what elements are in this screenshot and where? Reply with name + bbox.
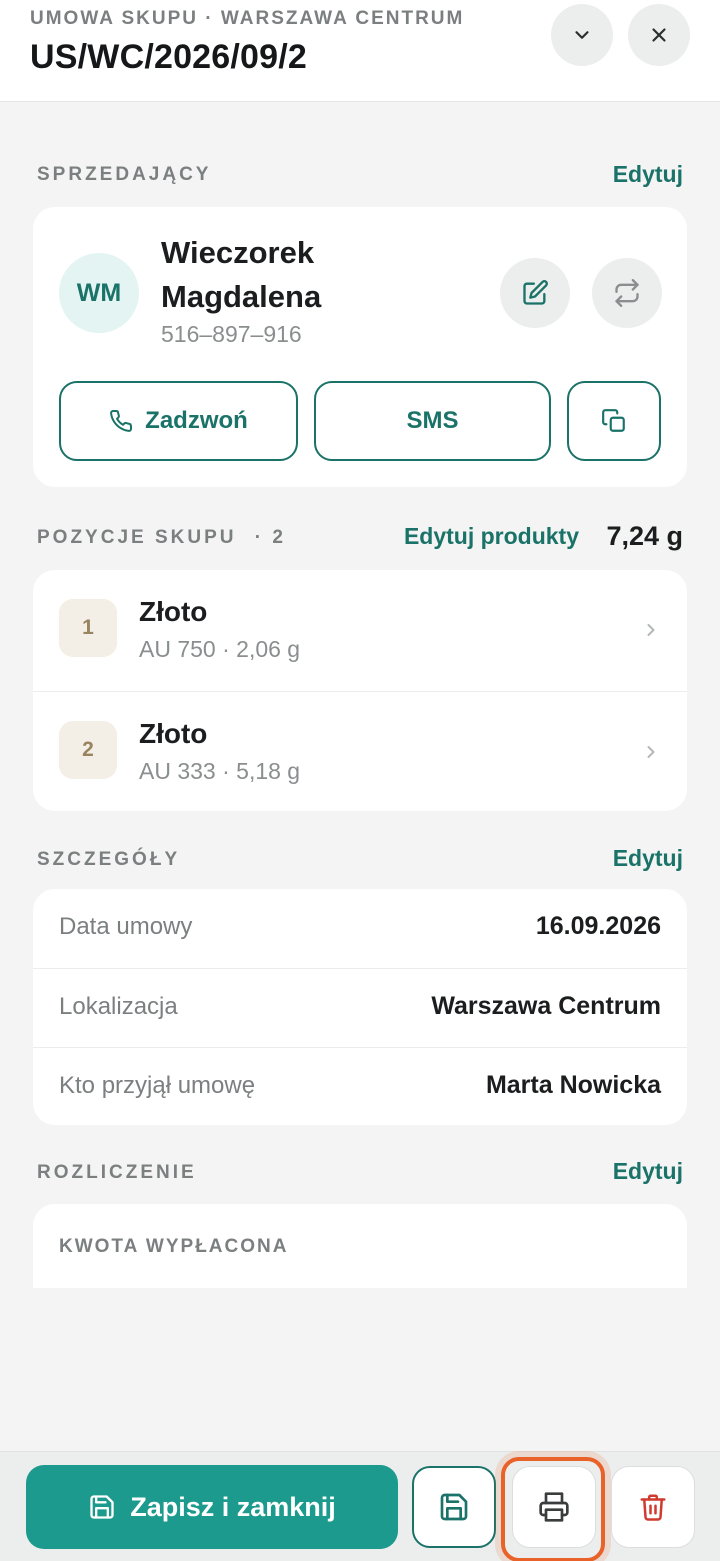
bottom-action-bar: Zapisz i zamknij bbox=[0, 1451, 720, 1561]
sms-label: SMS bbox=[406, 407, 459, 434]
detail-value: 16.09.2026 bbox=[535, 912, 661, 940]
copy-button[interactable] bbox=[567, 381, 661, 461]
seller-phone: 516–897–916 bbox=[161, 321, 302, 347]
contract-number: US/WC/2026/09/2 bbox=[30, 38, 308, 76]
copy-icon bbox=[602, 409, 625, 432]
sms-button[interactable]: SMS bbox=[314, 381, 551, 461]
call-label: Zadzwoń bbox=[145, 407, 248, 434]
seller-name: Wieczorek Magdalena bbox=[161, 235, 322, 314]
settlement-card: KWOTA WYPŁACONA bbox=[33, 1204, 687, 1288]
detail-value: Warszawa Centrum bbox=[431, 992, 661, 1020]
total-weight: 7,24 g bbox=[606, 521, 683, 551]
edit-seller-link[interactable]: Edytuj bbox=[613, 161, 683, 188]
item-number: 1 bbox=[59, 599, 117, 657]
save-button[interactable] bbox=[412, 1466, 496, 1548]
amount-paid-label: KWOTA WYPŁACONA bbox=[59, 1236, 289, 1257]
items-count: · 2 bbox=[254, 527, 286, 548]
edit-settlement-link[interactable]: Edytuj bbox=[613, 1158, 683, 1185]
scroll-content[interactable]: SPRZEDAJĄCY Edytuj WM Wieczorek Magdalen… bbox=[0, 103, 720, 1288]
swap-icon bbox=[615, 279, 639, 307]
seller-card: WM Wieczorek Magdalena 516–897–916 Zadzw… bbox=[33, 207, 687, 487]
edit-details-link[interactable]: Edytuj bbox=[613, 845, 683, 872]
detail-value: Marta Nowicka bbox=[485, 1071, 661, 1099]
detail-row-received-by: Kto przyjął umowę Marta Nowicka bbox=[33, 1047, 687, 1125]
items-section-title: POZYCJE SKUPU bbox=[37, 527, 237, 548]
item-details: AU 750 · 2,06 g bbox=[139, 636, 301, 662]
avatar: WM bbox=[59, 253, 139, 333]
item-name: Złoto bbox=[139, 596, 208, 627]
chevron-right-icon bbox=[647, 624, 655, 636]
delete-button[interactable] bbox=[611, 1466, 695, 1548]
edit-seller-button[interactable] bbox=[500, 258, 570, 328]
details-section-label: SZCZEGÓŁY bbox=[37, 849, 181, 870]
items-section-label: POZYCJE SKUPU · 2 bbox=[37, 527, 286, 549]
detail-label: Lokalizacja bbox=[59, 993, 178, 1020]
save-icon bbox=[90, 1495, 114, 1519]
print-button[interactable] bbox=[512, 1466, 596, 1548]
detail-row-location: Lokalizacja Warszawa Centrum bbox=[33, 968, 687, 1046]
swap-seller-button[interactable] bbox=[592, 258, 662, 328]
seller-section-label: SPRZEDAJĄCY bbox=[37, 164, 212, 185]
top-bar: UMOWA SKUPU · WARSZAWA CENTRUM US/WC/202… bbox=[0, 0, 720, 102]
close-icon bbox=[652, 28, 666, 42]
details-card: Data umowy 16.09.2026 Lokalizacja Warsza… bbox=[33, 889, 687, 1125]
trash-icon bbox=[640, 1494, 666, 1521]
edit-products-link[interactable]: Edytuj produkty bbox=[404, 523, 579, 550]
list-item[interactable]: 2 Złoto AU 333 · 5,18 g bbox=[33, 691, 687, 811]
collapse-button[interactable] bbox=[551, 4, 613, 66]
close-button[interactable] bbox=[628, 4, 690, 66]
item-name: Złoto bbox=[139, 718, 208, 749]
chevron-down-icon bbox=[575, 31, 589, 39]
contract-subtitle: UMOWA SKUPU · WARSZAWA CENTRUM bbox=[30, 8, 465, 29]
edit-icon bbox=[523, 280, 548, 305]
detail-label: Data umowy bbox=[59, 913, 193, 940]
item-number: 2 bbox=[59, 721, 117, 779]
save-and-close-button[interactable]: Zapisz i zamknij bbox=[26, 1465, 398, 1549]
phone-icon bbox=[110, 409, 133, 432]
detail-row-date: Data umowy 16.09.2026 bbox=[33, 889, 687, 967]
list-item[interactable]: 1 Złoto AU 750 · 2,06 g bbox=[33, 570, 687, 690]
item-details: AU 333 · 5,18 g bbox=[139, 758, 301, 784]
save-icon bbox=[440, 1493, 468, 1521]
save-and-close-label: Zapisz i zamknij bbox=[130, 1491, 336, 1522]
call-button[interactable]: Zadzwoń bbox=[59, 381, 298, 461]
items-card: 1 Złoto AU 750 · 2,06 g 2 Złoto AU 333 ·… bbox=[33, 570, 687, 811]
settlement-section-label: ROZLICZENIE bbox=[37, 1162, 197, 1183]
chevron-right-icon bbox=[647, 746, 655, 758]
printer-icon bbox=[539, 1492, 569, 1522]
detail-label: Kto przyjął umowę bbox=[59, 1072, 256, 1099]
